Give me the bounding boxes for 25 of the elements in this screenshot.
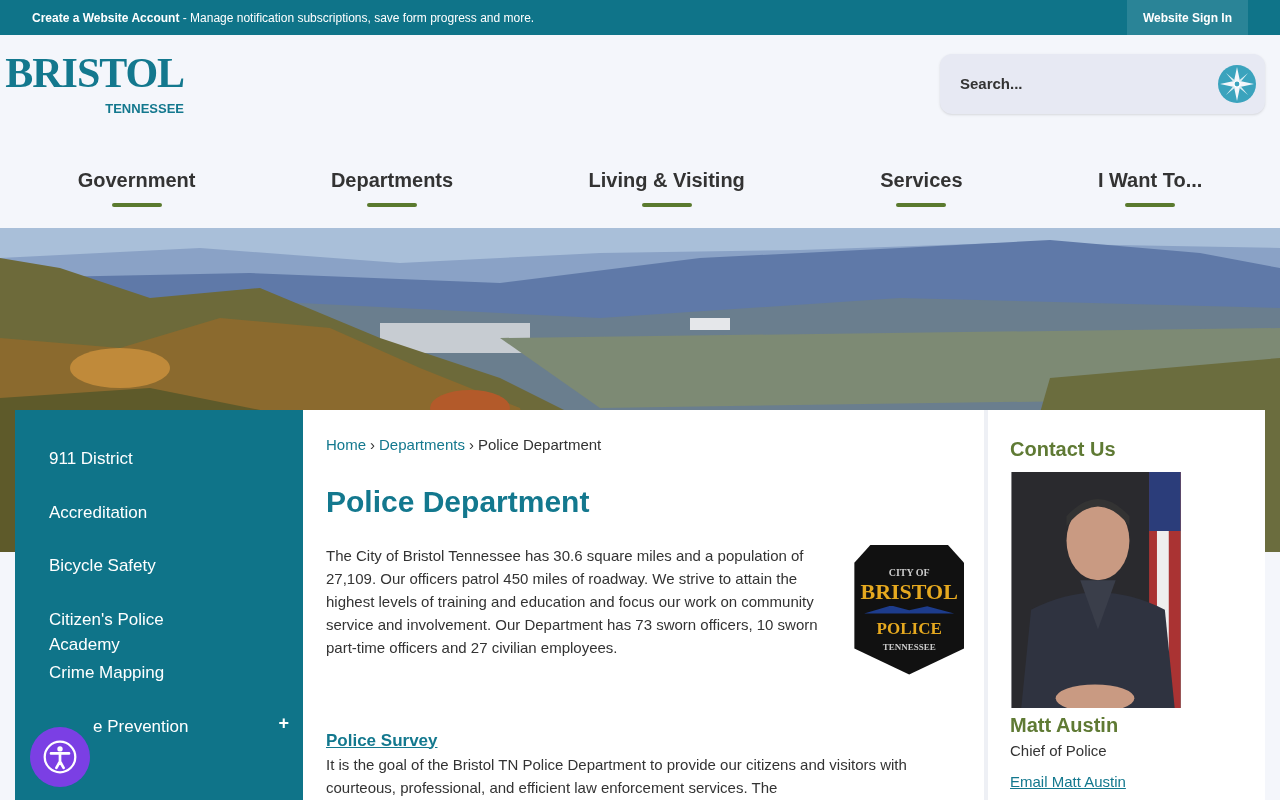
accessibility-icon xyxy=(42,739,78,775)
email-link[interactable]: Email Matt Austin xyxy=(1010,770,1265,793)
search-box[interactable]: Search... xyxy=(940,54,1265,114)
search-field[interactable]: Search... xyxy=(960,72,1217,96)
logo-wordmark[interactable]: BRISTOL xyxy=(5,45,184,101)
account-banner-text: Create a Website Account - Manage notification subscriptions, save form progress and more. xyxy=(32,9,535,27)
sidebar-link[interactable]: Citizen's Police Academy xyxy=(49,606,229,657)
sign-in-button[interactable]: Website Sign In xyxy=(1126,0,1248,35)
police-badge: CITY OF BRISTOL POLICE TENNESSEE xyxy=(854,544,964,675)
search-icon xyxy=(1217,64,1257,104)
survey-paragraph: It is the goal of the Bristol TN Police Department to provide our citizens and visitors with courteous, professional, and efficient law enforcement services. The xyxy=(326,755,908,798)
contact-role: Chief of Police xyxy=(1010,741,1108,761)
sidebar-link[interactable]: Crime Mapping xyxy=(49,660,229,685)
nav-link[interactable]: Government xyxy=(77,165,196,207)
expand-toggle[interactable]: + xyxy=(278,713,289,732)
nav-link[interactable]: I Want To... xyxy=(1097,165,1203,207)
nav-link[interactable]: Departments xyxy=(330,165,454,207)
sidebar-link[interactable]: e Prevention xyxy=(93,713,229,739)
survey-link[interactable]: Police Survey xyxy=(326,727,964,753)
nav-link[interactable]: Services xyxy=(880,165,963,207)
intro-paragraph: The City of Bristol Tennessee has 30.6 square miles and a population of 27,109. Our officers patrol 450 miles of roadway. We strive to attain the highest levels of training and education and focus our work on community service and involvement. Our Department has 73 sworn officers, 10 sworn part-time officers and 27 civilian employees. xyxy=(326,545,819,658)
sidebar-link[interactable]: Bicycle Safety xyxy=(49,553,229,578)
logo-subtitle: TENNESSEE xyxy=(105,101,184,117)
nav-link[interactable]: Living & Visiting xyxy=(588,165,745,207)
contact-name: Matt Austin xyxy=(1010,713,1120,738)
